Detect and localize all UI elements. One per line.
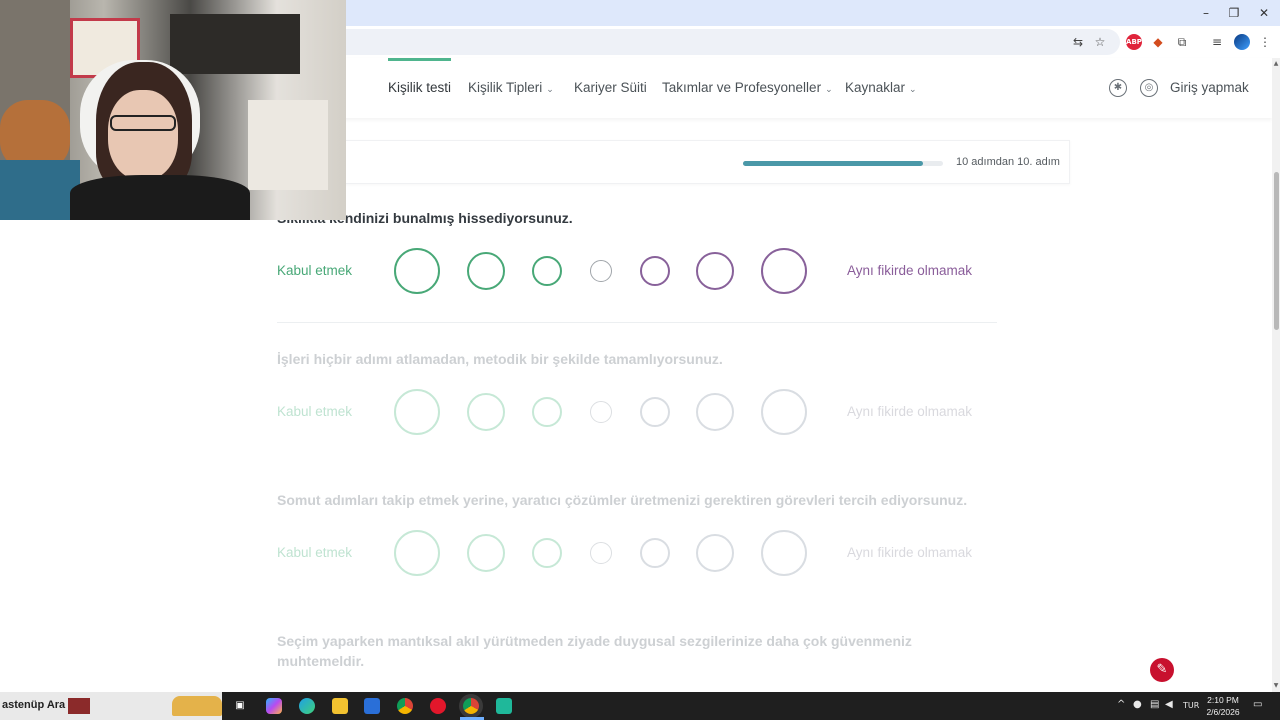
question-text: Seçim yaparken mantıksal akıl yürütmeden… xyxy=(277,633,912,669)
network-icon[interactable]: ▤ xyxy=(1150,699,1159,710)
agree-label: Kabul etmek xyxy=(277,404,353,419)
answer-option-2[interactable] xyxy=(466,393,505,431)
opera-icon[interactable] xyxy=(430,698,446,714)
disagree-label: Aynı fikirde olmamak xyxy=(847,263,973,278)
answer-option-4[interactable] xyxy=(589,260,612,282)
bookmark-star-icon[interactable]: ☆ xyxy=(1092,34,1108,50)
microphone-icon[interactable]: ● xyxy=(1133,699,1142,710)
answer-scale: Kabul etmek Aynı fikirde olmamak xyxy=(277,529,997,579)
question-divider xyxy=(277,322,997,323)
accessibility-icon[interactable]: ✱ xyxy=(1109,79,1127,97)
question-item: Seçim yaparken mantıksal akıl yürütmeden… xyxy=(277,631,997,671)
edge-icon[interactable] xyxy=(299,698,315,714)
notification-icon[interactable]: ▭ xyxy=(1253,699,1262,710)
answer-option-4[interactable] xyxy=(589,401,612,423)
agree-label: Kabul etmek xyxy=(277,545,353,560)
question-text: İşleri hiçbir adımı atlamadan, metodik b… xyxy=(277,351,723,367)
adblock-icon[interactable]: ABP xyxy=(1126,34,1142,50)
scroll-up-icon[interactable]: ▲ xyxy=(1272,60,1280,70)
url-input[interactable] xyxy=(330,29,1120,55)
extensions-puzzle-icon[interactable]: ⧉ xyxy=(1174,34,1190,50)
task-view-icon[interactable]: ▣ xyxy=(232,698,248,714)
answer-option-7[interactable] xyxy=(761,530,807,576)
fox-extension-icon[interactable]: ◆ xyxy=(1150,34,1166,50)
question-item: İşleri hiçbir adımı atlamadan, metodik b… xyxy=(277,349,997,435)
file-explorer-icon[interactable] xyxy=(332,698,348,714)
answer-option-4[interactable] xyxy=(589,542,612,564)
answer-option-3[interactable] xyxy=(531,397,562,427)
question-item: Somut adımları takip etmek yerine, yarat… xyxy=(277,490,997,576)
answer-option-1[interactable] xyxy=(394,530,440,576)
minimize-icon[interactable]: – xyxy=(1196,4,1216,22)
tray-chevron-icon[interactable]: ^ xyxy=(1117,699,1125,710)
profile-avatar[interactable] xyxy=(1234,34,1250,50)
progress-bar xyxy=(743,161,943,166)
chevron-down-icon: ⌄ xyxy=(825,85,833,95)
nav-personality-types[interactable]: Kişilik Tipleri ⌄ xyxy=(468,58,554,118)
answer-option-1[interactable] xyxy=(394,248,440,294)
answer-option-6[interactable] xyxy=(696,393,734,431)
answer-option-1[interactable] xyxy=(394,389,440,435)
answer-option-5[interactable] xyxy=(639,256,670,286)
progress-bar-fill xyxy=(743,161,923,166)
answer-option-6[interactable] xyxy=(696,252,734,290)
nav-career-suite[interactable]: Kariyer Süiti xyxy=(574,58,647,118)
restore-icon[interactable]: ❐ xyxy=(1224,4,1244,22)
answer-option-5[interactable] xyxy=(639,397,670,427)
chevron-down-icon: ⌄ xyxy=(909,85,917,95)
login-link[interactable]: Giriş yapmak xyxy=(1170,58,1249,118)
progress-label: 10 adımdan 10. adım xyxy=(956,156,1060,168)
scrollbar-thumb[interactable] xyxy=(1274,172,1279,330)
taskbar-search[interactable]: astenüp Ara xyxy=(0,692,222,720)
volume-icon[interactable]: ◀ xyxy=(1165,699,1173,710)
globe-language-icon[interactable]: ◎ xyxy=(1140,79,1158,97)
chrome-active-icon[interactable] xyxy=(463,698,479,714)
app-icon[interactable] xyxy=(496,698,512,714)
answer-option-7[interactable] xyxy=(761,389,807,435)
windows-taskbar: astenüp Ara ▣ ^ ● ▤ ◀ TUR 2:10 PM 2/6/20… xyxy=(0,692,1280,720)
answer-option-5[interactable] xyxy=(639,538,670,568)
media-controls-icon[interactable]: ≡ xyxy=(1209,34,1225,50)
answer-option-3[interactable] xyxy=(531,538,562,568)
answer-option-6[interactable] xyxy=(696,534,734,572)
agree-label: Kabul etmek xyxy=(277,263,353,278)
answer-option-3[interactable] xyxy=(531,256,562,286)
question-text: Sıklıkla kendinizi bunalmış hissediyorsu… xyxy=(277,210,573,226)
translate-icon[interactable]: ⇆ xyxy=(1070,34,1086,50)
nav-resources[interactable]: Kaynaklar ⌄ xyxy=(845,58,917,118)
search-highlight-image xyxy=(68,698,90,714)
answer-option-2[interactable] xyxy=(466,252,505,290)
scrollbar-track[interactable] xyxy=(1272,58,1280,692)
nav-teams[interactable]: Takımlar ve Profesyoneller ⌄ xyxy=(662,58,833,118)
question-text: Somut adımları takip etmek yerine, yarat… xyxy=(277,492,968,508)
copilot-icon[interactable] xyxy=(266,698,282,714)
answer-scale: Kabul etmek Aynı fikirde olmamak xyxy=(277,388,997,438)
answer-option-7[interactable] xyxy=(761,248,807,294)
answer-option-2[interactable] xyxy=(466,534,505,572)
disagree-label: Aynı fikirde olmamak xyxy=(847,545,973,560)
store-icon[interactable] xyxy=(364,698,380,714)
question-item: Sıklıkla kendinizi bunalmış hissediyorsu… xyxy=(277,208,997,323)
browser-menu-icon[interactable]: ⋮ xyxy=(1257,34,1273,50)
close-icon[interactable]: ✕ xyxy=(1254,4,1274,22)
search-highlight-image xyxy=(172,696,222,716)
disagree-label: Aynı fikirde olmamak xyxy=(847,404,973,419)
site-chat-logo-icon[interactable]: ✎ xyxy=(1150,658,1174,682)
nav-personality-test[interactable]: Kişilik testi xyxy=(388,58,452,118)
chrome-icon[interactable] xyxy=(397,698,413,714)
taskbar-clock[interactable]: 2:10 PM 2/6/2026 xyxy=(1196,694,1250,718)
scroll-down-icon[interactable]: ▼ xyxy=(1272,682,1280,692)
webcam-overlay xyxy=(0,0,346,220)
chevron-down-icon: ⌄ xyxy=(546,85,554,95)
answer-scale: Kabul etmek Aynı fikirde olmamak xyxy=(277,247,997,297)
